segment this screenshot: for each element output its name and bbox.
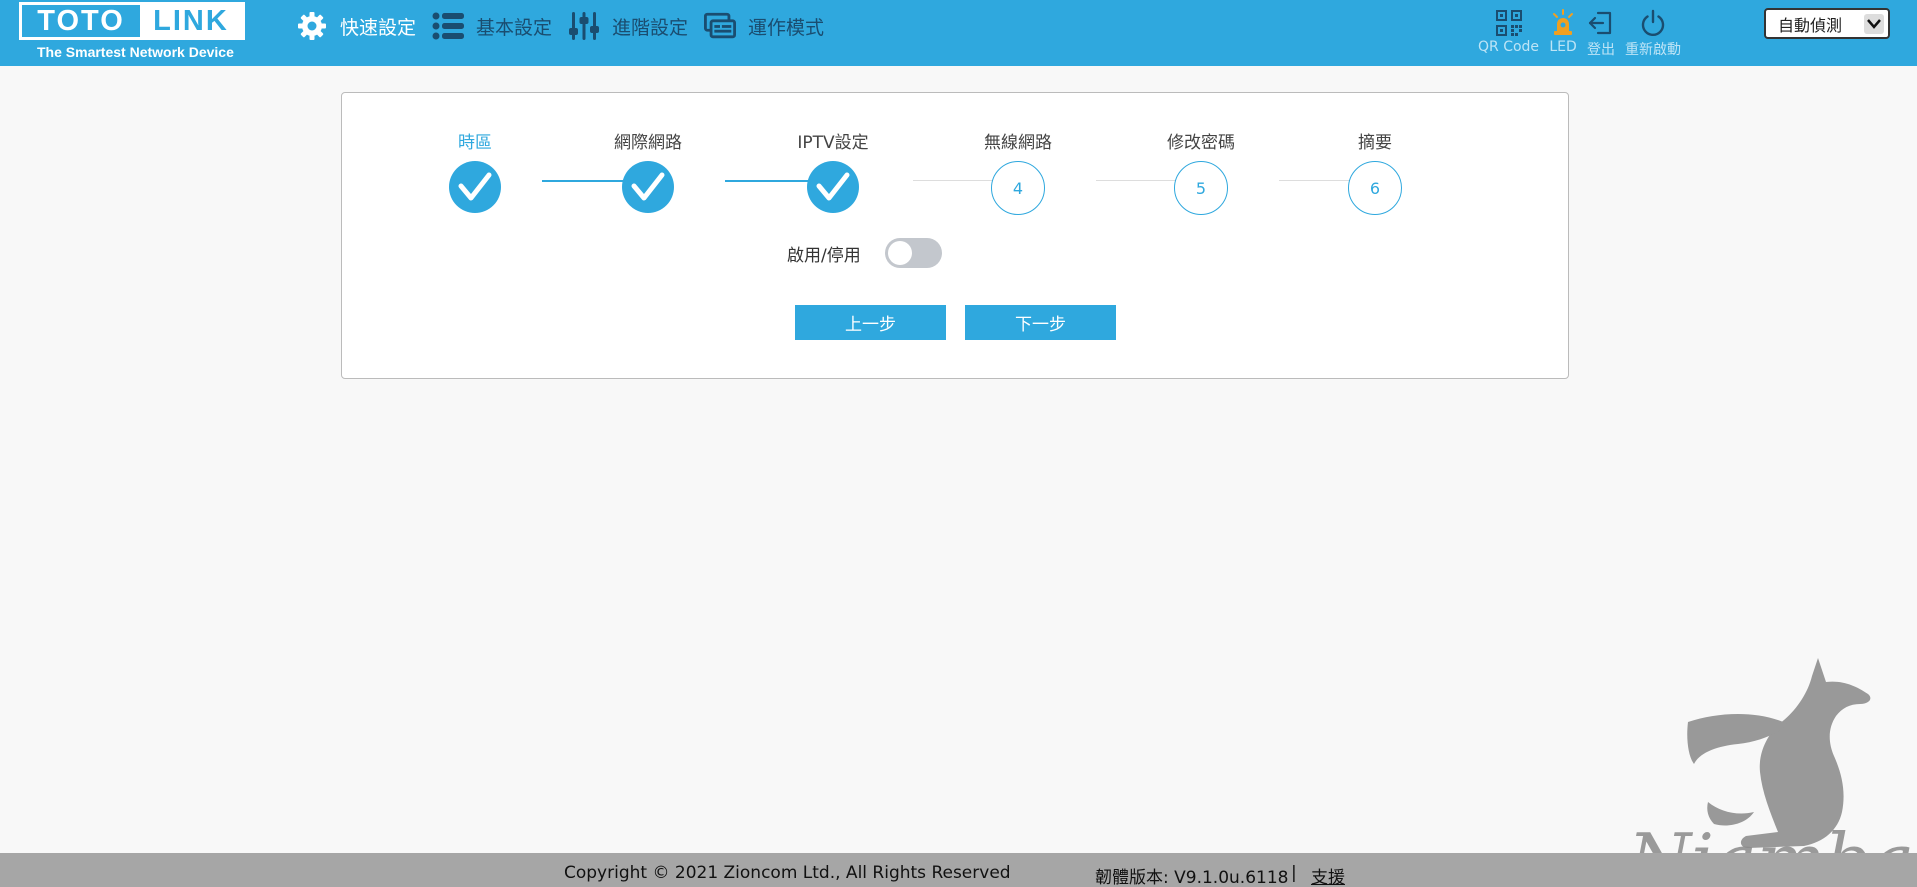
help-link[interactable]: 支援 — [1311, 863, 1345, 887]
tool-label: QR Code — [1478, 39, 1540, 55]
dog-watermark — [1687, 658, 1871, 848]
nav-label: 運作模式 — [748, 16, 825, 39]
step-check-circle — [807, 161, 859, 213]
next-button[interactable]: 下一步 — [965, 305, 1116, 340]
step-label: IPTV設定 — [797, 133, 869, 153]
qr-code-icon — [1495, 8, 1523, 38]
nav-basic-setup[interactable]: 基本設定 — [432, 0, 552, 52]
led-button[interactable]: LED — [1549, 0, 1577, 66]
chevron-down-icon — [1864, 14, 1884, 34]
logo-text-link: LINK — [140, 5, 242, 37]
logout-button[interactable]: 登出 — [1587, 0, 1615, 66]
logo-text-toto: TOTO — [37, 4, 125, 37]
list-icon — [432, 10, 465, 42]
iptv-enable-row: 啟用/停用 — [787, 238, 942, 268]
wizard-step-password[interactable]: 修改密碼 5 — [1131, 131, 1271, 215]
step-label: 無線網路 — [984, 133, 1052, 153]
logout-icon — [1587, 8, 1615, 38]
step-label: 摘要 — [1358, 133, 1392, 153]
tool-label: 登出 — [1587, 42, 1616, 58]
nav-advanced-setup[interactable]: 進階設定 — [568, 0, 688, 52]
previous-button[interactable]: 上一步 — [795, 305, 946, 340]
step-number-circle: 5 — [1174, 161, 1228, 215]
step-number: 6 — [1369, 178, 1381, 198]
qr-code-button[interactable]: QR Code — [1478, 0, 1539, 66]
reboot-button[interactable]: 重新啟動 — [1625, 0, 1681, 66]
totolink-logo[interactable]: TOTO LINK The Smartest Network Device — [19, 2, 245, 60]
power-icon — [1639, 8, 1667, 38]
sliders-icon — [568, 10, 600, 42]
main-nav: 快速設定 基本設定 進階設定 運作模式 — [296, 0, 840, 52]
quick-setup-wizard: 時區 網際網路 IPTV設定 無線網路 4 修改密碼 5 摘要 6 啟用/停用 … — [341, 92, 1569, 379]
step-number-circle: 6 — [1348, 161, 1402, 215]
nav-label: 進階設定 — [612, 16, 689, 39]
footer-separator: | — [1291, 863, 1297, 883]
step-label: 網際網路 — [614, 133, 682, 153]
wizard-step-internet[interactable]: 網際網路 — [578, 131, 718, 213]
nav-label: 快速設定 — [340, 16, 417, 39]
enable-toggle[interactable] — [884, 238, 942, 268]
step-label: 時區 — [458, 133, 492, 153]
wizard-step-summary[interactable]: 摘要 6 — [1305, 131, 1445, 215]
wizard-step-wireless[interactable]: 無線網路 4 — [948, 131, 1088, 215]
toolbar: QR Code LED 登出 重新啟動 — [1478, 0, 1691, 66]
logo-frame: TOTO LINK — [19, 2, 245, 40]
footer: Copyright © 2021 Zioncom Ltd., All Right… — [0, 853, 1917, 887]
check-icon — [458, 172, 492, 201]
nav-label: 基本設定 — [476, 16, 553, 39]
nav-quick-setup[interactable]: 快速設定 — [296, 0, 416, 52]
step-number: 5 — [1195, 178, 1207, 198]
nav-operation-mode[interactable]: 運作模式 — [704, 0, 824, 52]
led-icon — [1549, 8, 1577, 38]
language-select[interactable]: 自動偵測 — [1764, 8, 1890, 39]
check-icon — [816, 172, 850, 201]
gear-icon — [296, 10, 328, 42]
top-bar: TOTO LINK The Smartest Network Device 快速… — [0, 0, 1917, 66]
wizard-step-iptv[interactable]: IPTV設定 — [763, 131, 903, 213]
step-number: 4 — [1012, 178, 1024, 198]
firmware-version: 韌體版本: V9.1.0u.6118 — [1095, 868, 1289, 887]
enable-disable-label: 啟用/停用 — [787, 245, 861, 266]
check-icon — [631, 172, 665, 201]
step-check-circle — [449, 161, 501, 213]
toggle-knob — [887, 241, 912, 265]
copyright-text: Copyright © 2021 Zioncom Ltd., All Right… — [564, 863, 1011, 883]
step-number-circle: 4 — [991, 161, 1045, 215]
router-mode-icon — [704, 10, 737, 42]
tool-label: 重新啟動 — [1625, 42, 1682, 58]
wizard-step-timezone[interactable]: 時區 — [405, 131, 545, 213]
step-label: 修改密碼 — [1167, 133, 1235, 153]
logo-tagline: The Smartest Network Device — [37, 44, 234, 60]
step-check-circle — [622, 161, 674, 213]
tool-label: LED — [1549, 39, 1577, 55]
language-selected: 自動偵測 — [1778, 15, 1843, 35]
